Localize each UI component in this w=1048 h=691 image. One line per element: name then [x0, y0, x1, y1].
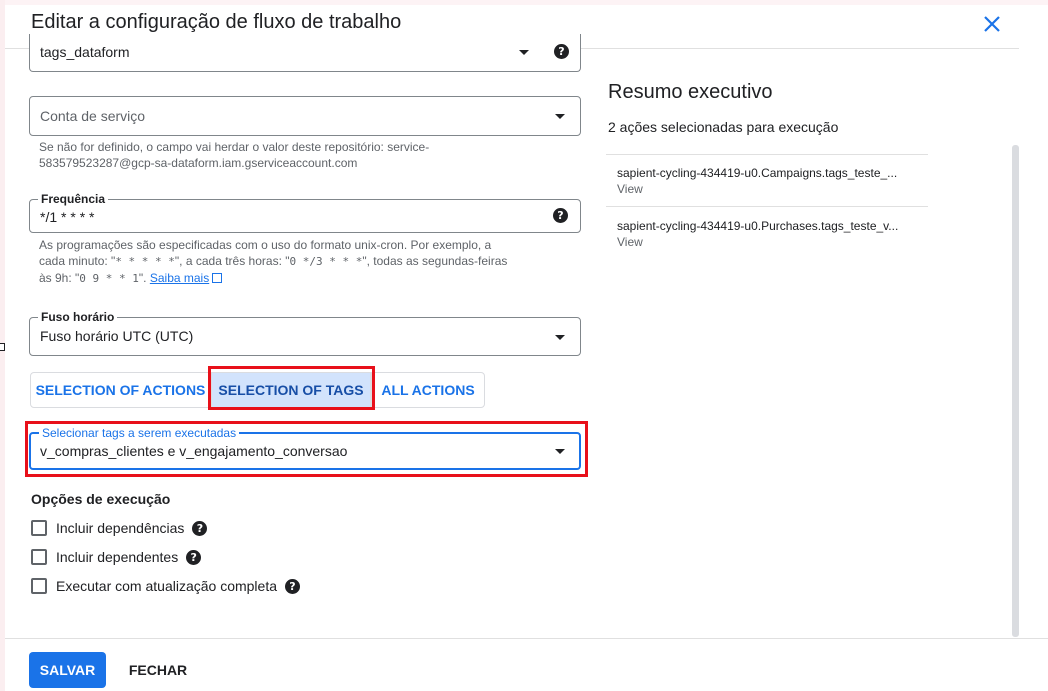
- help-icon[interactable]: ?: [553, 208, 568, 223]
- footer-divider: [5, 638, 1048, 639]
- hint-text: ", todas as segundas-feiras: [362, 254, 508, 268]
- summary-divider: [606, 206, 928, 207]
- dropdown-arrow-icon: [555, 449, 565, 454]
- frequency-hint-line3: às 9h: "0 9 * * 1". Saiba mais: [39, 270, 569, 287]
- save-button[interactable]: SALVAR: [29, 652, 106, 688]
- timezone-dropdown[interactable]: Fuso horário Fuso horário UTC (UTC): [29, 310, 581, 356]
- help-icon[interactable]: ?: [554, 44, 569, 59]
- summary-count: 2 ações selecionadas para execução: [608, 119, 839, 135]
- summary-item-view-link[interactable]: View: [617, 182, 927, 196]
- hint-code: * * * * *: [115, 255, 175, 268]
- include-dependencies-label: Incluir dependências: [56, 520, 185, 536]
- frequency-label: Frequência: [38, 192, 109, 206]
- segment-all-actions[interactable]: ALL ACTIONS: [371, 372, 485, 408]
- include-dependents-label: Incluir dependentes: [56, 549, 179, 565]
- summary-item: sapient-cycling-434419-u0.Purchases.tags…: [617, 219, 927, 249]
- summary-item: sapient-cycling-434419-u0.Campaigns.tags…: [617, 166, 927, 196]
- timezone-label: Fuso horário: [38, 310, 118, 324]
- close-button[interactable]: FECHAR: [118, 652, 198, 688]
- tags-dropdown[interactable]: tags_dataform ?: [29, 34, 581, 72]
- service-account-placeholder: Conta de serviço: [40, 108, 146, 124]
- service-account-dropdown[interactable]: Conta de serviço: [29, 96, 581, 136]
- select-tags-value: v_compras_clientes e v_engajamento_conve…: [40, 443, 348, 459]
- include-dependents-option[interactable]: Incluir dependentes ?: [31, 547, 202, 567]
- summary-title: Resumo executivo: [608, 81, 773, 103]
- summary-item-name: sapient-cycling-434419-u0.Campaigns.tags…: [617, 166, 898, 180]
- timezone-value: Fuso horário UTC (UTC): [40, 328, 194, 344]
- frequency-input[interactable]: */1 * * * *: [40, 209, 94, 225]
- hint-text: ", a cada três horas: ": [174, 254, 290, 268]
- hint-text: às 9h: ": [39, 271, 80, 285]
- summary-item-view-link[interactable]: View: [617, 235, 927, 249]
- frequency-hint: As programações são especificadas com o …: [39, 237, 569, 287]
- hint-code: 0 */3 * * *: [289, 255, 363, 268]
- summary-divider: [606, 154, 928, 155]
- help-icon[interactable]: ?: [192, 520, 208, 536]
- scrollbar[interactable]: [1012, 145, 1019, 637]
- hint-text: cada minuto: ": [39, 254, 116, 268]
- dropdown-arrow-icon: [555, 335, 565, 340]
- top-edge: [5, 0, 1048, 5]
- include-dependencies-checkbox[interactable]: [31, 520, 47, 536]
- select-tags-dropdown[interactable]: Selecionar tags a serem executadas v_com…: [29, 426, 581, 470]
- execution-options-title: Opções de execução: [31, 491, 171, 507]
- dialog-title: Editar a configuração de fluxo de trabal…: [31, 11, 402, 33]
- include-dependents-checkbox[interactable]: [31, 549, 47, 565]
- summary-item-name: sapient-cycling-434419-u0.Purchases.tags…: [617, 219, 899, 233]
- help-icon[interactable]: ?: [285, 578, 300, 594]
- frequency-field[interactable]: Frequência */1 * * * * ?: [29, 192, 581, 233]
- help-icon[interactable]: ?: [186, 549, 202, 565]
- external-link-icon: [212, 273, 223, 283]
- segment-selection-of-tags[interactable]: SELECTION OF TAGS: [211, 372, 371, 408]
- service-account-hint: Se não for definido, o campo vai herdar …: [39, 139, 429, 171]
- hint-code: 0 9 * * 1: [79, 272, 139, 285]
- full-refresh-checkbox[interactable]: [31, 578, 47, 594]
- segment-selection-of-actions[interactable]: SELECTION OF ACTIONS: [30, 372, 211, 408]
- hint-text: ".: [138, 271, 150, 285]
- frequency-hint-line1: As programações são especificadas com o …: [39, 238, 492, 252]
- tags-dropdown-value: tags_dataform: [40, 44, 130, 60]
- full-refresh-label: Executar com atualização completa: [56, 578, 277, 594]
- include-dependencies-option[interactable]: Incluir dependências ?: [31, 518, 208, 538]
- dropdown-arrow-icon: [555, 114, 565, 119]
- dropdown-arrow-icon: [519, 50, 529, 55]
- close-icon[interactable]: [980, 12, 1004, 36]
- select-tags-label: Selecionar tags a serem executadas: [39, 426, 240, 440]
- frequency-hint-line2: cada minuto: "* * * * *", a cada três ho…: [39, 253, 569, 270]
- service-account-hint-line2: 583579523287@gcp-sa-dataform.iam.gservic…: [39, 156, 358, 170]
- service-account-hint-line1: Se não for definido, o campo vai herdar …: [39, 140, 430, 154]
- full-refresh-option[interactable]: Executar com atualização completa ?: [31, 576, 300, 596]
- learn-more-link[interactable]: Saiba mais: [150, 271, 209, 285]
- left-edge-marker: [0, 343, 5, 351]
